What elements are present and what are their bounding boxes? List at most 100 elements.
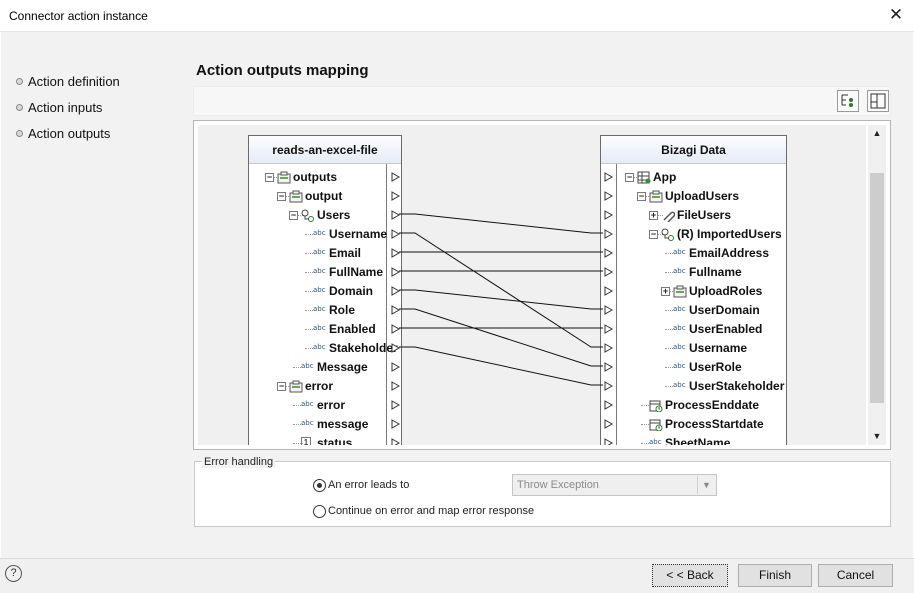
tgt-field-emailaddress[interactable]: abc EmailAddress xyxy=(601,244,786,263)
src-field-fullname[interactable]: abc FullName xyxy=(249,263,401,282)
source-connector-email[interactable] xyxy=(391,248,400,258)
page-title: Action outputs mapping xyxy=(196,62,369,79)
src-field-error[interactable]: − error xyxy=(249,377,401,396)
source-connector-role[interactable] xyxy=(391,305,400,315)
tgt-field-uploadusers[interactable]: − UploadUsers xyxy=(601,187,786,206)
source-connector-enabled[interactable] xyxy=(391,324,400,334)
target-connector-r-importedusers[interactable] xyxy=(604,229,613,239)
tgt-field-app[interactable]: − App xyxy=(601,168,786,187)
text-type-icon: abc xyxy=(673,267,686,275)
source-connector-message[interactable] xyxy=(391,362,400,372)
nav-item-action-inputs[interactable]: Action inputs xyxy=(16,100,102,115)
target-connector-userrole[interactable] xyxy=(604,362,613,372)
tgt-field-userenabled[interactable]: abc UserEnabled xyxy=(601,320,786,339)
src-field-role[interactable]: abc Role xyxy=(249,301,401,320)
tgt-field-fileusers[interactable]: + FileUsers xyxy=(601,206,786,225)
text-type-icon: abc xyxy=(313,343,326,351)
tree-layout-button[interactable] xyxy=(837,90,859,112)
source-connector-output[interactable] xyxy=(391,191,400,201)
src-field-users[interactable]: − Users xyxy=(249,206,401,225)
source-connector-error[interactable] xyxy=(391,381,400,391)
source-connector-message[interactable] xyxy=(391,419,400,429)
tgt-field-fullname[interactable]: abc Fullname xyxy=(601,263,786,282)
tgt-field-userstakeholder[interactable]: abc UserStakeholder xyxy=(601,377,786,396)
source-connector-outputs[interactable] xyxy=(391,172,400,182)
collapse-icon[interactable]: − xyxy=(625,173,634,182)
source-connector-error[interactable] xyxy=(391,400,400,410)
nav-item-action-definition[interactable]: Action definition xyxy=(16,74,120,89)
target-connector-sheetname[interactable] xyxy=(604,438,613,445)
target-connector-userenabled[interactable] xyxy=(604,324,613,334)
expand-icon[interactable]: + xyxy=(661,287,670,296)
source-connector-username[interactable] xyxy=(391,229,400,239)
target-connector-app[interactable] xyxy=(604,172,613,182)
src-field-output[interactable]: − output xyxy=(249,187,401,206)
target-connector-uploadusers[interactable] xyxy=(604,191,613,201)
finish-button[interactable]: Finish xyxy=(738,564,812,587)
collapse-icon[interactable]: − xyxy=(649,230,658,239)
source-connector-stakeholder[interactable] xyxy=(391,343,400,353)
continue-on-error-label[interactable]: Continue on error and map error response xyxy=(328,505,534,517)
text-type-icon: abc xyxy=(313,267,326,275)
mapping-line-username-to-username[interactable] xyxy=(399,232,603,348)
tgt-field-processstartdate[interactable]: ProcessStartdate xyxy=(601,415,786,434)
target-connector-emailaddress[interactable] xyxy=(604,248,613,258)
field-label: Message xyxy=(317,360,368,374)
source-connector-domain[interactable] xyxy=(391,286,400,296)
src-field-stakeholder[interactable]: abc Stakeholder xyxy=(249,339,401,358)
src-field-email[interactable]: abc Email xyxy=(249,244,401,263)
collapse-icon[interactable]: − xyxy=(289,211,298,220)
target-connector-uploadroles[interactable] xyxy=(604,286,613,296)
tgt-field-r-importedusers[interactable]: − (R) ImportedUsers xyxy=(601,225,786,244)
target-connector-fullname[interactable] xyxy=(604,267,613,277)
mapping-line-domain-to-userdomain[interactable] xyxy=(399,289,603,310)
scroll-thumb[interactable] xyxy=(870,173,884,403)
src-field-status[interactable]: 1 status xyxy=(249,434,401,445)
source-connector-fullname[interactable] xyxy=(391,267,400,277)
source-connector-status[interactable] xyxy=(391,438,400,445)
error-action-select[interactable]: Throw Exception ▼ xyxy=(512,474,717,496)
collapse-icon[interactable]: − xyxy=(277,382,286,391)
tgt-field-uploadroles[interactable]: + UploadRoles xyxy=(601,282,786,301)
tgt-field-username[interactable]: abc Username xyxy=(601,339,786,358)
mapping-scrollbar[interactable]: ▲ ▼ xyxy=(868,125,886,445)
nav-item-action-outputs[interactable]: Action outputs xyxy=(16,126,110,141)
mapping-line-users-to-r-importedusers[interactable] xyxy=(399,213,603,234)
target-connector-userdomain[interactable] xyxy=(604,305,613,315)
target-connector-processstartdate[interactable] xyxy=(604,419,613,429)
error-leads-to-label[interactable]: An error leads to xyxy=(328,479,409,491)
source-connector-users[interactable] xyxy=(391,210,400,220)
tgt-field-sheetname[interactable]: abc SheetName xyxy=(601,434,786,445)
cancel-button[interactable]: Cancel xyxy=(818,564,893,587)
scroll-up-icon[interactable]: ▲ xyxy=(868,125,886,142)
target-connector-userstakeholder[interactable] xyxy=(604,381,613,391)
tgt-field-processenddate[interactable]: ProcessEnddate xyxy=(601,396,786,415)
src-field-error[interactable]: abc error xyxy=(249,396,401,415)
src-field-message[interactable]: abc message xyxy=(249,415,401,434)
collapse-icon[interactable]: − xyxy=(637,192,646,201)
help-icon[interactable]: ? xyxy=(5,565,22,582)
collapse-icon[interactable]: − xyxy=(265,173,274,182)
src-field-enabled[interactable]: abc Enabled xyxy=(249,320,401,339)
target-connector-username[interactable] xyxy=(604,343,613,353)
continue-on-error-radio[interactable] xyxy=(313,505,326,518)
src-field-outputs[interactable]: − outputs xyxy=(249,168,401,187)
expand-icon[interactable]: + xyxy=(649,211,658,220)
target-connector-processenddate[interactable] xyxy=(604,400,613,410)
resize-panel-button[interactable] xyxy=(867,90,889,112)
target-connector-fileusers[interactable] xyxy=(604,210,613,220)
object-icon xyxy=(673,285,687,298)
error-leads-to-radio[interactable] xyxy=(313,479,326,492)
collapse-icon[interactable]: − xyxy=(277,192,286,201)
tgt-field-userrole[interactable]: abc UserRole xyxy=(601,358,786,377)
src-field-message[interactable]: abc Message xyxy=(249,358,401,377)
field-label: Username xyxy=(689,341,748,355)
src-field-username[interactable]: abc Username xyxy=(249,225,401,244)
src-field-domain[interactable]: abc Domain xyxy=(249,282,401,301)
tgt-field-userdomain[interactable]: abc UserDomain xyxy=(601,301,786,320)
mapping-line-role-to-userrole[interactable] xyxy=(399,308,603,367)
scroll-down-icon[interactable]: ▼ xyxy=(868,428,886,445)
close-icon[interactable]: ✕ xyxy=(884,4,908,28)
mapping-line-stakeholder-to-userstakeholder[interactable] xyxy=(399,346,603,386)
back-button[interactable]: < < Back xyxy=(652,564,728,587)
